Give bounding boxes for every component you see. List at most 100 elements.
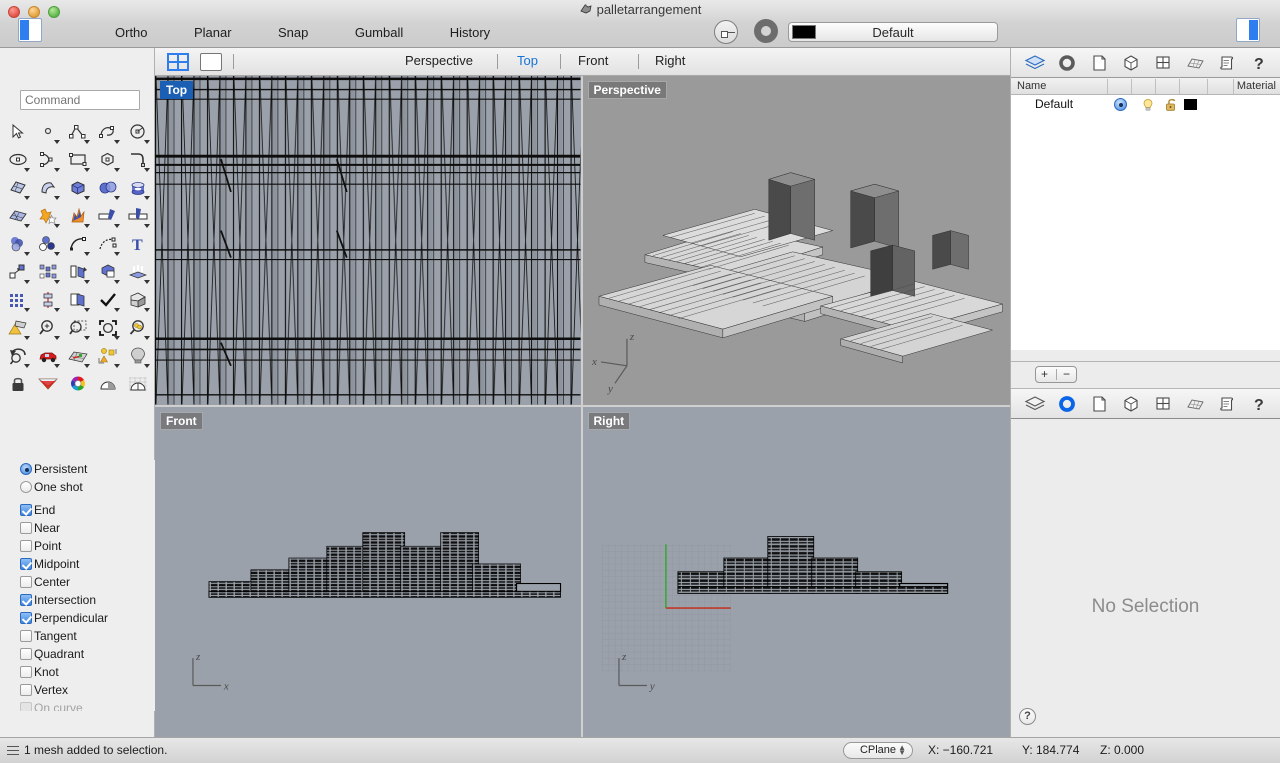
viewport-top[interactable]: Top xyxy=(155,76,583,407)
osnap-mode-persistent[interactable]: Persistent xyxy=(0,460,155,478)
toggle-right-panel-button[interactable] xyxy=(1236,18,1260,42)
command-input[interactable] xyxy=(20,90,140,110)
light-tool[interactable] xyxy=(123,342,153,370)
stepper-icon[interactable]: ▲ ▼ xyxy=(898,744,906,757)
checkbox-center[interactable] xyxy=(20,576,32,588)
mode-snap[interactable]: Snap xyxy=(268,25,318,40)
mode-ortho[interactable]: Ortho xyxy=(105,25,158,40)
object-icon-2[interactable] xyxy=(1115,389,1147,419)
four-viewport-layout-icon[interactable] xyxy=(167,53,189,71)
page-icon-2[interactable] xyxy=(1083,389,1115,419)
curve-from-objects-tool[interactable] xyxy=(93,230,123,258)
osnap-toggle-button[interactable] xyxy=(714,20,738,44)
cage-edit-tool[interactable] xyxy=(123,286,153,314)
single-viewport-layout-icon[interactable] xyxy=(200,53,222,71)
add-layer-button[interactable]: + xyxy=(1041,367,1048,382)
layer-row-default[interactable]: Default xyxy=(1011,95,1280,115)
remove-layer-button[interactable]: − xyxy=(1063,367,1070,382)
fillet-curve-tool[interactable] xyxy=(123,146,153,174)
toggle-left-sidebar-button[interactable] xyxy=(18,18,42,42)
osnap-intersection[interactable]: Intersection xyxy=(0,591,155,609)
tab-top[interactable]: Top xyxy=(517,53,538,68)
cplane-tool[interactable] xyxy=(63,342,93,370)
zoom-extents-tool[interactable] xyxy=(93,314,123,342)
osnap-near[interactable]: Near xyxy=(0,519,155,537)
osnap-quadrant[interactable]: Quadrant xyxy=(0,645,155,663)
grid-array-tool[interactable] xyxy=(3,286,33,314)
split-tool[interactable] xyxy=(123,202,153,230)
lock-tool[interactable] xyxy=(3,370,33,398)
solid-edit-tool[interactable] xyxy=(93,258,123,286)
page-icon[interactable] xyxy=(1083,48,1115,78)
zoom-detail-tool[interactable] xyxy=(123,314,153,342)
osnap-mode-one-shot[interactable]: One shot xyxy=(0,478,155,496)
mirror-tool[interactable] xyxy=(63,258,93,286)
lightbulb-icon[interactable] xyxy=(1141,98,1155,115)
checkbox-near[interactable] xyxy=(20,522,32,534)
mesh-icon-2[interactable] xyxy=(1179,389,1211,419)
viewport-front-label[interactable]: Front xyxy=(160,411,203,430)
mode-history[interactable]: History xyxy=(440,25,500,40)
ghosted-tool[interactable] xyxy=(123,370,153,398)
box-tool[interactable] xyxy=(63,174,93,202)
layers-icon-2[interactable] xyxy=(1019,389,1051,419)
help-icon-2[interactable]: ? xyxy=(1243,389,1275,419)
rectangle-tool[interactable] xyxy=(63,146,93,174)
viewport-icon-2[interactable] xyxy=(1147,389,1179,419)
notes-icon[interactable] xyxy=(1211,48,1243,78)
checkbox-tangent[interactable] xyxy=(20,630,32,642)
viewport-top-label[interactable]: Top xyxy=(160,81,194,99)
osnap-perpendicular[interactable]: Perpendicular xyxy=(0,609,155,627)
mode-planar[interactable]: Planar xyxy=(184,25,242,40)
transform-tool[interactable] xyxy=(3,258,33,286)
tab-perspective[interactable]: Perspective xyxy=(405,53,473,68)
help-icon[interactable]: ? xyxy=(1243,48,1275,78)
osnap-point[interactable]: Point xyxy=(0,537,155,555)
blend-tool[interactable] xyxy=(3,230,33,258)
viewport-right-label[interactable]: Right xyxy=(587,411,631,430)
viewport-perspective-label[interactable]: Perspective xyxy=(587,81,667,99)
properties-icon[interactable] xyxy=(1051,48,1083,78)
current-layer-radio[interactable] xyxy=(1114,98,1127,111)
undo-view-tool[interactable] xyxy=(3,342,33,370)
polygon-tool[interactable] xyxy=(93,146,123,174)
osnap-midpoint[interactable]: Midpoint xyxy=(0,555,155,573)
shade-tool[interactable] xyxy=(93,370,123,398)
layer-color-swatch-cell[interactable] xyxy=(1184,99,1197,110)
select-arrow-tool[interactable] xyxy=(3,118,33,146)
object-icon[interactable] xyxy=(1115,48,1147,78)
layer-add-remove-buttons[interactable]: + − xyxy=(1035,366,1077,383)
properties-icon-2[interactable] xyxy=(1051,389,1083,419)
osnap-knot[interactable]: Knot xyxy=(0,663,155,681)
surface-tool[interactable] xyxy=(3,174,33,202)
color-objects-tool[interactable] xyxy=(33,230,63,258)
named-view-tool[interactable] xyxy=(33,342,63,370)
checkbox-end[interactable] xyxy=(20,504,32,516)
ellipse-tool[interactable] xyxy=(3,146,33,174)
boolean-tool[interactable] xyxy=(33,202,63,230)
layers-icon[interactable] xyxy=(1019,48,1051,78)
render-mesh-tool[interactable] xyxy=(33,370,63,398)
osnap-vertex[interactable]: Vertex xyxy=(0,681,155,699)
mode-gumball[interactable]: Gumball xyxy=(345,25,413,40)
extrude-surface-tool[interactable] xyxy=(33,174,63,202)
explode-tool[interactable] xyxy=(63,202,93,230)
checkbox-knot[interactable] xyxy=(20,666,32,678)
circle-tool[interactable] xyxy=(123,118,153,146)
checkbox-vertex[interactable] xyxy=(20,684,32,696)
cylinder-tool[interactable] xyxy=(123,174,153,202)
layer-selector-dropdown[interactable]: Default xyxy=(788,22,998,42)
sphere-tool[interactable] xyxy=(93,174,123,202)
polyline-tool[interactable] xyxy=(63,118,93,146)
radio-persistent[interactable] xyxy=(20,463,32,475)
checkbox-intersection[interactable] xyxy=(20,594,32,606)
osnap-end[interactable]: End xyxy=(0,501,155,519)
viewport-front[interactable]: Front z x xyxy=(155,406,583,737)
unlocked-padlock-icon[interactable] xyxy=(1164,97,1180,115)
viewport-perspective[interactable]: Perspective z x y xyxy=(582,76,1010,407)
mesh-icon[interactable] xyxy=(1179,48,1211,78)
color-wheel-tool[interactable] xyxy=(63,370,93,398)
checkbox-midpoint[interactable] xyxy=(20,558,32,570)
point-tool[interactable] xyxy=(33,118,63,146)
notes-icon-2[interactable] xyxy=(1211,389,1243,419)
